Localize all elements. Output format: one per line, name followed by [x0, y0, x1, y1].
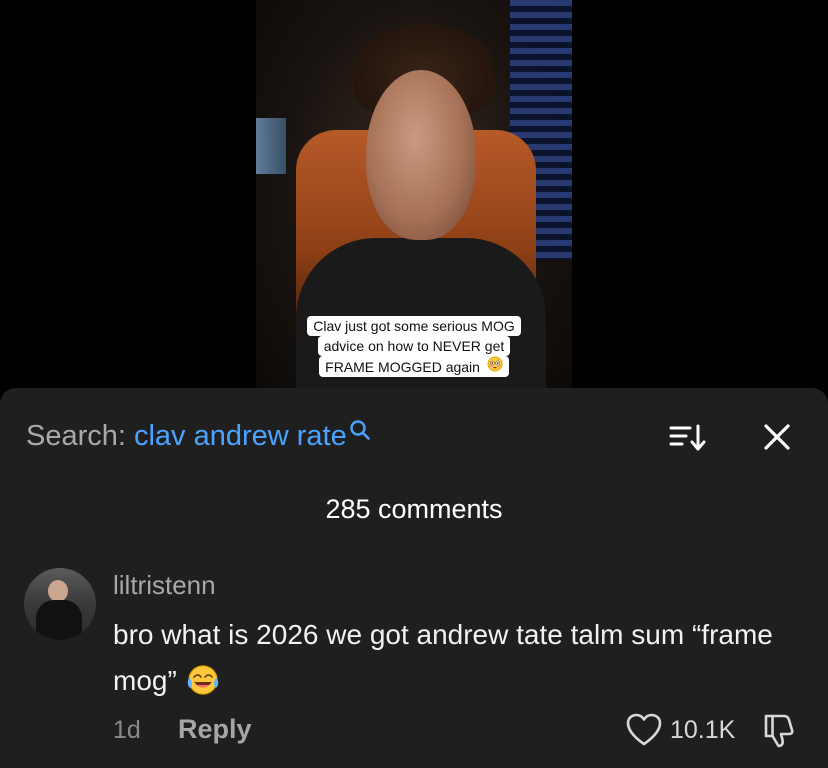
search-bar[interactable]: Search: clav andrew rate — [26, 419, 371, 453]
close-icon[interactable] — [760, 420, 794, 454]
avatar[interactable] — [24, 568, 96, 640]
video-caption: Clav just got some serious MOG advice on… — [256, 316, 572, 377]
caption-line: advice on how to NEVER get — [317, 336, 511, 356]
comment-text: bro what is 2026 we got andrew tate talm… — [113, 612, 793, 710]
search-prefix: Search: — [26, 420, 126, 452]
flushed-face-emoji — [487, 356, 503, 377]
caption-line: Clav just got some serious MOG — [307, 316, 521, 336]
heart-icon[interactable] — [626, 713, 662, 747]
search-query-link[interactable]: clav andrew rate — [134, 420, 347, 453]
avatar-body — [36, 600, 82, 640]
reply-button[interactable]: Reply — [178, 714, 252, 745]
sort-icon[interactable] — [668, 422, 708, 454]
video-player[interactable]: Clav just got some serious MOG advice on… — [256, 0, 572, 400]
caption-line: FRAME MOGGED again — [319, 356, 509, 377]
video-window-light — [256, 118, 286, 174]
avatar-head — [48, 580, 68, 602]
thumbs-down-icon[interactable] — [762, 712, 796, 748]
comment-time: 1d — [113, 716, 141, 744]
like-count: 10.1K — [670, 716, 736, 744]
video-person-face — [366, 70, 476, 240]
search-icon[interactable] — [349, 419, 371, 441]
tears-of-joy-emoji — [185, 664, 221, 710]
comment-count: 285 comments — [325, 494, 503, 524]
comment-username[interactable]: liltristenn — [113, 570, 216, 601]
